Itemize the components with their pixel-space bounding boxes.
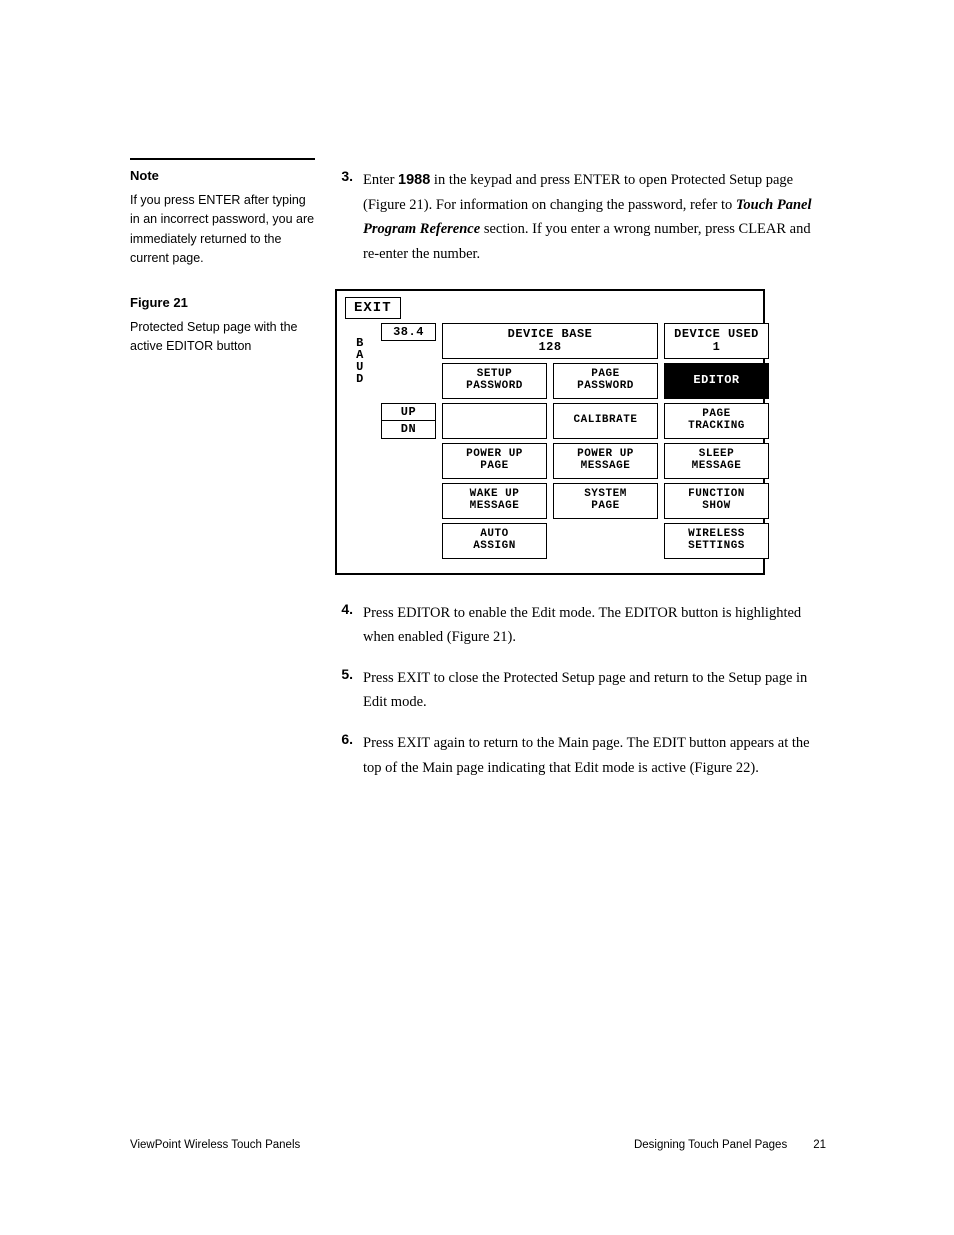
code-1988: 1988 bbox=[398, 172, 430, 188]
wake-up-message-button[interactable]: WAKE UPMESSAGE bbox=[442, 483, 547, 519]
auto-assign-button[interactable]: AUTOASSIGN bbox=[442, 523, 547, 559]
figure-heading: Figure 21 bbox=[130, 295, 315, 310]
protected-setup-panel: EXIT B A U D 38.4 DEVICE BASE128 DEVICE … bbox=[335, 289, 765, 575]
step-text: Press EXIT again to return to the Main p… bbox=[363, 731, 825, 780]
device-base-button[interactable]: DEVICE BASE128 bbox=[442, 323, 658, 359]
step-text: Press EXIT to close the Protected Setup … bbox=[363, 666, 825, 715]
sleep-message-button[interactable]: SLEEPMESSAGE bbox=[664, 443, 769, 479]
step-text: Press EDITOR to enable the Edit mode. Th… bbox=[363, 601, 825, 650]
figure-caption: Protected Setup page with the active EDI… bbox=[130, 318, 315, 357]
step-number: 4. bbox=[335, 601, 353, 650]
note-body: If you press ENTER after typing in an in… bbox=[130, 191, 315, 269]
setup-password-button[interactable]: SETUPPASSWORD bbox=[442, 363, 547, 399]
footer-section: Designing Touch Panel Pages bbox=[634, 1139, 787, 1151]
editor-button[interactable]: EDITOR bbox=[664, 363, 769, 399]
footer-left: ViewPoint Wireless Touch Panels bbox=[130, 1139, 300, 1151]
calibrate-button[interactable]: CALIBRATE bbox=[553, 403, 658, 439]
system-page-button[interactable]: SYSTEMPAGE bbox=[553, 483, 658, 519]
page-tracking-button[interactable]: PAGETRACKING bbox=[664, 403, 769, 439]
power-up-message-button[interactable]: POWER UPMESSAGE bbox=[553, 443, 658, 479]
baud-label: B A U D bbox=[345, 323, 375, 399]
step-number: 3. bbox=[335, 168, 353, 267]
baud-dn-button[interactable]: DN bbox=[381, 421, 436, 439]
function-show-button[interactable]: FUNCTIONSHOW bbox=[664, 483, 769, 519]
step-text: Enter 1988 in the keypad and press ENTER… bbox=[363, 168, 825, 267]
baud-up-button[interactable]: UP bbox=[381, 403, 436, 422]
baud-rate-display: 38.4 bbox=[381, 323, 436, 341]
wireless-settings-button[interactable]: WIRELESSSETTINGS bbox=[664, 523, 769, 559]
step-number: 6. bbox=[335, 731, 353, 780]
step-number: 5. bbox=[335, 666, 353, 715]
exit-button[interactable]: EXIT bbox=[345, 297, 401, 319]
page-password-button[interactable]: PAGEPASSWORD bbox=[553, 363, 658, 399]
device-used-button[interactable]: DEVICE USED1 bbox=[664, 323, 769, 359]
power-up-page-button[interactable]: POWER UPPAGE bbox=[442, 443, 547, 479]
footer-page-number: 21 bbox=[813, 1139, 826, 1151]
note-heading: Note bbox=[130, 168, 315, 183]
t: Enter bbox=[363, 172, 398, 188]
blank-cell bbox=[442, 403, 547, 439]
